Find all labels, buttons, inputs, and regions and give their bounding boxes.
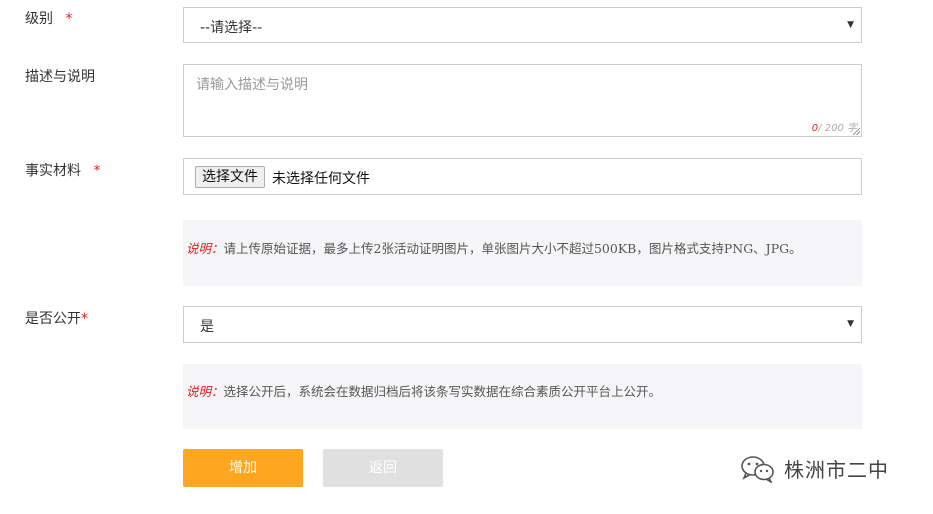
char-count-max: / 200 字 — [818, 123, 857, 134]
public-select[interactable]: 是 ▼ — [183, 306, 862, 343]
level-label: 级别 * — [25, 8, 72, 28]
file-status-text: 未选择任何文件 — [272, 171, 370, 187]
description-textarea[interactable]: 请输入描述与说明 0/ 200 字 — [183, 64, 862, 137]
materials-note-text: 说明：请上传原始证据，最多上传2张活动证明图片，单张图片大小不超过500KB，图… — [186, 238, 802, 257]
back-button[interactable]: 返回 — [323, 449, 443, 487]
level-select[interactable]: --请选择-- ▼ — [183, 7, 862, 43]
description-label: 描述与说明 — [25, 69, 95, 85]
description-placeholder: 请输入描述与说明 — [196, 77, 308, 93]
chevron-down-icon: ▼ — [847, 319, 854, 329]
public-select-value: 是 — [200, 319, 214, 335]
note-tag: 说明： — [186, 241, 224, 256]
resize-grip-icon[interactable] — [853, 128, 860, 135]
materials-file-input[interactable]: 选择文件 未选择任何文件 — [183, 158, 862, 195]
wechat-icon — [741, 455, 774, 483]
materials-note: 说明：请上传原始证据，最多上传2张活动证明图片，单张图片大小不超过500KB，图… — [183, 220, 862, 286]
required-mark: * — [93, 163, 101, 179]
level-label-text: 级别 — [25, 11, 53, 27]
public-label: 是否公开* — [25, 308, 88, 328]
watermark: 株洲市二中 — [740, 454, 889, 483]
choose-file-button[interactable]: 选择文件 — [195, 166, 265, 188]
char-counter: 0/ 200 字 — [812, 119, 857, 134]
level-select-value: --请选择-- — [200, 20, 263, 36]
note-tag: 说明： — [186, 384, 224, 399]
required-mark: * — [65, 11, 73, 27]
add-button[interactable]: 增加 — [183, 449, 303, 487]
materials-note-body: 请上传原始证据，最多上传2张活动证明图片，单张图片大小不超过500KB，图片格式… — [223, 241, 802, 256]
public-label-text: 是否公开 — [25, 311, 81, 327]
chevron-down-icon: ▼ — [847, 20, 854, 30]
watermark-text: 株洲市二中 — [784, 458, 889, 482]
public-note-body: 选择公开后，系统会在数据归档后将该条写实数据在综合素质公开平台上公开。 — [223, 384, 662, 399]
public-note-text: 说明：选择公开后，系统会在数据归档后将该条写实数据在综合素质公开平台上公开。 — [186, 381, 661, 400]
required-mark: * — [81, 311, 88, 327]
public-note: 说明：选择公开后，系统会在数据归档后将该条写实数据在综合素质公开平台上公开。 — [183, 364, 862, 429]
materials-label-text: 事实材料 — [25, 163, 81, 179]
materials-label: 事实材料 * — [25, 160, 100, 180]
